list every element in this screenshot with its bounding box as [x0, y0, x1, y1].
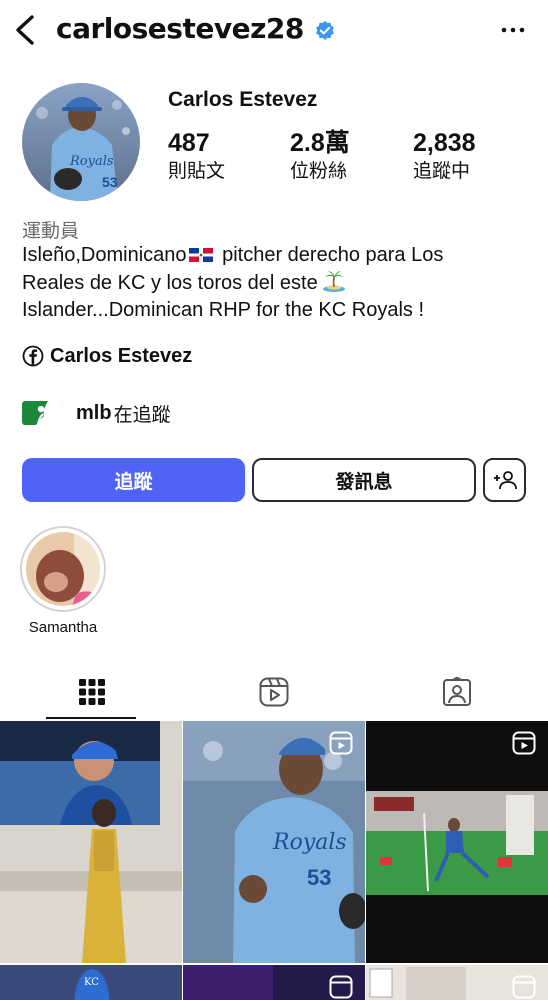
chevron-left-icon [16, 15, 34, 45]
stat-following[interactable]: 2,838 追蹤中 [413, 128, 476, 184]
follow-button[interactable]: 追蹤 [22, 458, 245, 502]
svg-text:Royals: Royals [272, 830, 347, 855]
facebook-link[interactable]: Carlos Estevez [22, 342, 192, 370]
svg-text:53: 53 [102, 174, 118, 190]
profile-category: 運動員 [22, 220, 80, 242]
profile-bio: Isleño,Dominicano pitcher derecho para L… [22, 242, 532, 324]
followed-by-account: mlb [76, 401, 112, 424]
back-button[interactable] [8, 10, 42, 50]
followed-by[interactable]: mlb 在追蹤 [22, 398, 171, 428]
svg-text:53: 53 [307, 865, 331, 890]
post-thumbnail[interactable] [366, 721, 548, 963]
bio-line: Islander...Dominican RHP for the KC Roya… [22, 299, 425, 321]
tab-reels[interactable] [254, 672, 294, 712]
mlb-logo-icon [22, 401, 64, 425]
tab-grid[interactable] [72, 672, 112, 712]
grid-icon [79, 679, 105, 705]
content-tabs [0, 666, 548, 720]
active-tab-indicator [46, 717, 136, 719]
suggested-accounts-button[interactable] [483, 458, 526, 502]
post-thumbnail[interactable] [0, 721, 182, 963]
stat-following-label: 追蹤中 [413, 160, 471, 182]
more-options-button[interactable] [498, 18, 528, 42]
stat-followers-value: 2.8萬 [290, 129, 350, 157]
reel-badge-icon [329, 975, 353, 999]
bio-line: Isleño,Dominicano [22, 244, 187, 266]
bio-line: Reales de KC y los toros del este [22, 272, 318, 294]
post-thumbnail[interactable] [183, 965, 365, 1000]
bio-line: pitcher derecho para Los [222, 244, 444, 266]
stat-followers-label: 位粉絲 [290, 160, 348, 182]
verified-badge-icon [316, 20, 334, 40]
add-user-icon [493, 471, 517, 490]
facebook-link-label: Carlos Estevez [50, 344, 193, 367]
facebook-icon [22, 345, 44, 367]
post-thumbnail[interactable]: KC [0, 965, 182, 1000]
reel-badge-icon [329, 731, 353, 755]
reel-badge-icon [512, 975, 536, 999]
reel-badge-icon [512, 731, 536, 755]
profile-username: carlosestevez28 [56, 12, 304, 45]
stat-followers[interactable]: 2.8萬 位粉絲 [290, 128, 350, 184]
profile-avatar[interactable]: Royals 53 [22, 83, 140, 201]
svg-text:Royals: Royals [69, 154, 114, 169]
stat-posts-label: 則貼文 [168, 160, 226, 182]
tagged-icon [443, 677, 471, 706]
highlight-cover [26, 532, 100, 606]
highlight-ring [20, 526, 106, 612]
highlight-item[interactable]: Samantha [20, 526, 106, 636]
more-horizontal-icon [501, 27, 525, 33]
posts-grid: Royals 53 KC [0, 721, 548, 1000]
stat-posts-value: 487 [168, 129, 210, 157]
highlight-label: Samantha [28, 619, 98, 636]
profile-display-name: Carlos Estevez [168, 88, 318, 111]
post-thumbnail[interactable]: Royals 53 [183, 721, 365, 963]
tab-tagged[interactable] [437, 672, 477, 712]
stat-following-value: 2,838 [413, 129, 476, 157]
reels-icon [259, 677, 289, 707]
svg-text:KC: KC [84, 977, 99, 988]
post-thumbnail[interactable] [366, 965, 548, 1000]
stat-posts[interactable]: 487 則貼文 [168, 128, 225, 184]
followed-by-suffix: 在追蹤 [113, 403, 171, 426]
top-bar: carlosestevez28 [0, 0, 548, 62]
desert-island-icon [322, 271, 345, 292]
dominican-flag-icon [188, 248, 213, 262]
message-button[interactable]: 發訊息 [252, 458, 476, 502]
